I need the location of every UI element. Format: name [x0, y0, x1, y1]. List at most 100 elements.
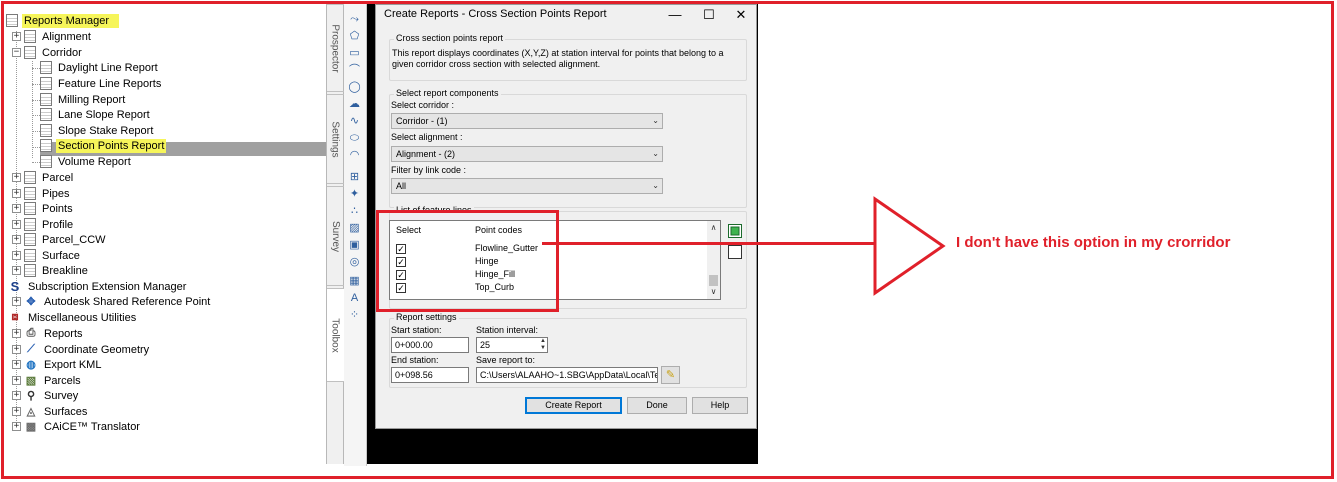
tree-item-daylight-line-report[interactable]: Daylight Line Report — [40, 60, 160, 75]
expand-icon[interactable]: + — [12, 345, 21, 354]
collapse-icon[interactable]: − — [12, 48, 21, 57]
report-icon — [40, 124, 52, 137]
add-selected-tool-icon[interactable]: ⁘ — [347, 308, 362, 323]
tree-item-parcel-ccw[interactable]: Parcel_CCW — [24, 232, 108, 247]
link-code-select[interactable]: All ⌄ — [391, 178, 663, 194]
maximize-button[interactable]: ☐ — [694, 5, 724, 25]
circle-tool-icon[interactable]: ◯ — [347, 80, 362, 95]
tree-item-surfaces[interactable]: ◬ Surfaces — [24, 404, 89, 419]
tree-item-subscription-extension-manager[interactable]: S Subscription Extension Manager — [8, 279, 188, 294]
tree-item-alignment[interactable]: Alignment — [24, 29, 93, 44]
point-tool-icon[interactable]: ∴ — [347, 204, 362, 219]
expand-icon[interactable]: + — [12, 297, 21, 306]
tree-item-profile[interactable]: Profile — [24, 217, 75, 232]
tree-item-pipes[interactable]: Pipes — [24, 186, 72, 201]
tab-toolbox[interactable]: Toolbox — [327, 288, 344, 382]
tree-item-reports-manager[interactable]: Reports Manager — [6, 13, 119, 28]
feature-lines-list[interactable]: Select Point codes ✓ Flowline_Gutter ✓ H… — [389, 220, 721, 300]
tree-item-section-points-report[interactable]: Section Points Report — [40, 138, 167, 153]
save-report-path-input[interactable]: C:\Users\ALAAHO~1.SBG\AppData\Local\Te — [476, 367, 658, 383]
ellipse-tool-icon[interactable]: ⬭ — [347, 131, 362, 146]
scroll-up-icon[interactable]: ∧ — [707, 223, 720, 232]
list-scrollbar[interactable]: ∧ ∨ — [707, 221, 720, 299]
tree-item-miscellaneous-utilities[interactable]: ⧈ Miscellaneous Utilities — [8, 310, 138, 325]
insert-block-tool-icon[interactable]: ⊞ — [347, 170, 362, 185]
row-checkbox[interactable]: ✓ — [396, 270, 406, 280]
gradient-tool-icon[interactable]: ▣ — [347, 238, 362, 253]
done-button[interactable]: Done — [627, 397, 687, 414]
table-row[interactable]: ✓ Hinge — [390, 256, 708, 269]
tree-item-breakline[interactable]: Breakline — [24, 263, 90, 278]
station-interval-label: Station interval: — [476, 325, 539, 335]
column-header-point-codes[interactable]: Point codes — [475, 225, 522, 235]
feature-lines-group-title: List of feature lines — [394, 205, 474, 215]
polygon-tool-icon[interactable]: ⬠ — [347, 29, 362, 44]
tree-item-parcels[interactable]: ▧ Parcels — [24, 373, 83, 388]
revcloud-tool-icon[interactable]: ☁ — [347, 97, 362, 112]
tree-item-slope-stake-report[interactable]: Slope Stake Report — [40, 123, 155, 138]
close-button[interactable]: ✕ — [726, 5, 756, 25]
row-checkbox[interactable]: ✓ — [396, 244, 406, 254]
expand-icon[interactable]: + — [12, 251, 21, 260]
expand-icon[interactable]: + — [12, 391, 21, 400]
polyline-tool-icon[interactable]: ⤳ — [347, 12, 362, 27]
tree-item-parcel[interactable]: Parcel — [24, 170, 75, 185]
scroll-down-icon[interactable]: ∨ — [707, 287, 720, 296]
tree-item-points[interactable]: Points — [24, 201, 75, 216]
tab-prospector[interactable]: Prospector — [327, 4, 344, 92]
text-tool-icon[interactable]: A — [347, 291, 362, 306]
ellipse-arc-tool-icon[interactable]: ◠ — [347, 148, 362, 163]
tree-item-coordinate-geometry[interactable]: ⟋ Coordinate Geometry — [24, 342, 151, 357]
region-tool-icon[interactable]: ◎ — [347, 255, 362, 270]
spline-tool-icon[interactable]: ∿ — [347, 114, 362, 129]
expand-icon[interactable]: + — [12, 360, 21, 369]
expand-icon[interactable]: + — [12, 189, 21, 198]
rectangle-tool-icon[interactable]: ▭ — [347, 46, 362, 61]
scroll-thumb[interactable] — [709, 275, 718, 286]
alignment-select[interactable]: Alignment - (2) ⌄ — [391, 146, 663, 162]
expand-icon[interactable]: + — [12, 235, 21, 244]
create-report-button[interactable]: Create Report — [525, 397, 622, 414]
expand-icon[interactable]: + — [12, 173, 21, 182]
make-block-tool-icon[interactable]: ✦ — [347, 187, 362, 202]
tree-item-reports[interactable]: ⎙ Reports — [24, 326, 85, 341]
tree-item-lane-slope-report[interactable]: Lane Slope Report — [40, 107, 152, 122]
expand-icon[interactable]: + — [12, 204, 21, 213]
tab-settings[interactable]: Settings — [327, 94, 344, 184]
select-all-button[interactable] — [728, 224, 742, 238]
arc-tool-icon[interactable]: ⌒ — [347, 63, 362, 78]
minimize-button[interactable]: — — [660, 5, 690, 25]
row-checkbox[interactable]: ✓ — [396, 257, 406, 267]
expand-icon[interactable]: + — [12, 32, 21, 41]
tree-item-volume-report[interactable]: Volume Report — [40, 154, 133, 169]
spinner-icon[interactable]: ▲ ▼ — [540, 338, 546, 352]
table-row[interactable]: ✓ Top_Curb — [390, 282, 708, 295]
help-button[interactable]: Help — [692, 397, 748, 414]
browse-folder-button[interactable]: ✎ — [661, 366, 680, 384]
expand-icon[interactable]: + — [12, 220, 21, 229]
tree-item-feature-line-reports[interactable]: Feature Line Reports — [40, 76, 163, 91]
tree-item-surface[interactable]: Surface — [24, 248, 82, 263]
hatch-tool-icon[interactable]: ▨ — [347, 221, 362, 236]
tree-item-corridor[interactable]: Corridor — [24, 45, 84, 60]
table-tool-icon[interactable]: ▦ — [347, 274, 362, 289]
clear-all-button[interactable] — [728, 245, 742, 259]
tab-survey[interactable]: Survey — [327, 186, 344, 286]
tree-item-milling-report[interactable]: Milling Report — [40, 92, 127, 107]
column-header-select[interactable]: Select — [396, 225, 421, 235]
tree-item-caice-translator[interactable]: ▩ CAiCE™ Translator — [24, 419, 142, 434]
expand-icon[interactable]: + — [12, 329, 21, 338]
corridor-select[interactable]: Corridor - (1) ⌄ — [391, 113, 663, 129]
table-row[interactable]: ✓ Hinge_Fill — [390, 269, 708, 282]
expand-icon[interactable]: + — [12, 376, 21, 385]
start-station-input[interactable]: 0+000.00 — [391, 337, 469, 353]
tree-item-export-kml[interactable]: ◍ Export KML — [24, 357, 103, 372]
station-interval-input[interactable]: 25 ▲ ▼ — [476, 337, 548, 353]
row-checkbox[interactable]: ✓ — [396, 283, 406, 293]
expand-icon[interactable]: + — [12, 266, 21, 275]
tree-item-survey[interactable]: ⚲ Survey — [24, 388, 80, 403]
end-station-input[interactable]: 0+098.56 — [391, 367, 469, 383]
expand-icon[interactable]: + — [12, 407, 21, 416]
expand-icon[interactable]: + — [12, 422, 21, 431]
tree-item-autodesk-shared-reference-point[interactable]: ✥ Autodesk Shared Reference Point — [24, 294, 212, 309]
